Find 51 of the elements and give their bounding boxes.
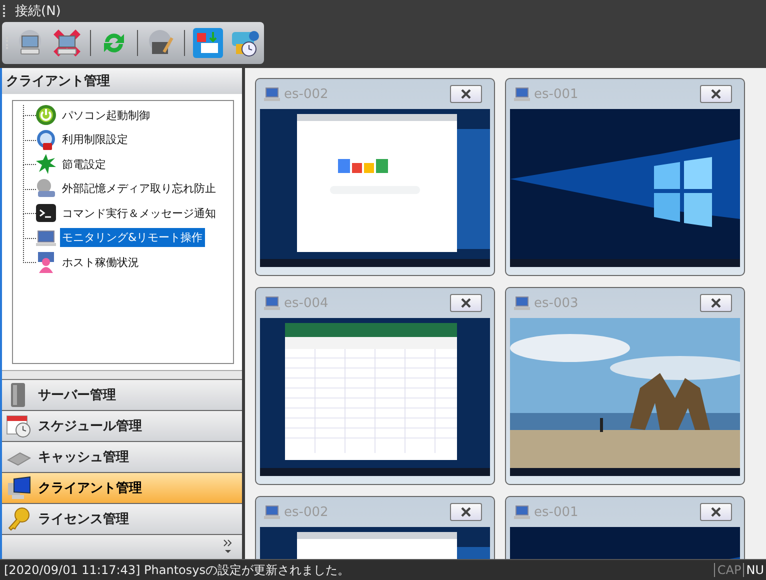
close-icon <box>459 298 473 308</box>
tree-item[interactable]: 節電設定 <box>60 154 108 174</box>
nav-button[interactable]: スケジュール管理 <box>2 411 242 442</box>
tree-item[interactable]: 利用制限設定 <box>60 130 130 150</box>
leaf-star-icon <box>35 153 57 176</box>
nav-button[interactable]: クライアント管理 <box>2 473 242 504</box>
laptop-icon <box>264 505 280 519</box>
host-name: es-004 <box>284 296 330 310</box>
close-icon <box>709 89 723 99</box>
nav-button[interactable]: キャッシュ管理 <box>2 442 242 473</box>
computer-icon <box>6 475 32 501</box>
power-icon <box>35 104 57 126</box>
tree-item[interactable]: 外部記憶メディア取り忘れ防止 <box>60 179 218 198</box>
overflow-icon[interactable] <box>222 538 234 556</box>
laptop-icon <box>514 296 530 310</box>
nav-button[interactable]: ライセンス管理 <box>2 504 242 535</box>
close-icon <box>709 507 723 517</box>
cube-monitor-icon[interactable] <box>191 26 225 60</box>
close-button[interactable] <box>450 503 482 521</box>
host-name: es-002 <box>284 504 330 520</box>
tree-item[interactable]: モニタリング&リモート操作 <box>60 228 205 248</box>
host-user-icon <box>35 251 57 274</box>
close-button[interactable] <box>700 294 732 312</box>
key-indicator: CAP <box>714 563 744 577</box>
close-button[interactable] <box>700 85 732 103</box>
menu-item[interactable]: 接続(N) <box>11 2 65 20</box>
panel-title: クライアント管理 <box>2 68 242 94</box>
laptop-icon <box>514 505 530 519</box>
laptop-icon <box>264 296 280 310</box>
close-button[interactable] <box>450 85 482 103</box>
host-name: es-003 <box>534 296 580 310</box>
close-icon <box>709 298 723 308</box>
host-name: es-001 <box>534 504 580 520</box>
key-indicator: NU <box>743 563 766 577</box>
close-icon <box>459 507 473 517</box>
calendar-clock-icon <box>6 413 32 439</box>
tree-item[interactable]: パソコン起動制御 <box>60 106 152 125</box>
terminal-icon <box>35 202 57 224</box>
tree-item[interactable]: ホスト稼働状況 <box>60 252 141 272</box>
close-button[interactable] <box>450 294 482 312</box>
splitter-handle[interactable] <box>2 370 242 380</box>
tree-item[interactable]: コマンド実行＆メッセージ通知 <box>60 204 218 223</box>
laptop-icon <box>264 87 280 101</box>
laptop-icon <box>514 87 530 101</box>
host-name: es-002 <box>284 86 330 102</box>
close-icon <box>459 89 473 99</box>
nav-button[interactable]: サーバー管理 <box>2 380 242 411</box>
close-button[interactable] <box>700 503 732 521</box>
status-message: [2020/09/01 11:17:43] Phantosysの設定が更新されました。 <box>4 562 350 578</box>
key-icon <box>6 506 32 532</box>
host-name: es-001 <box>534 86 580 102</box>
